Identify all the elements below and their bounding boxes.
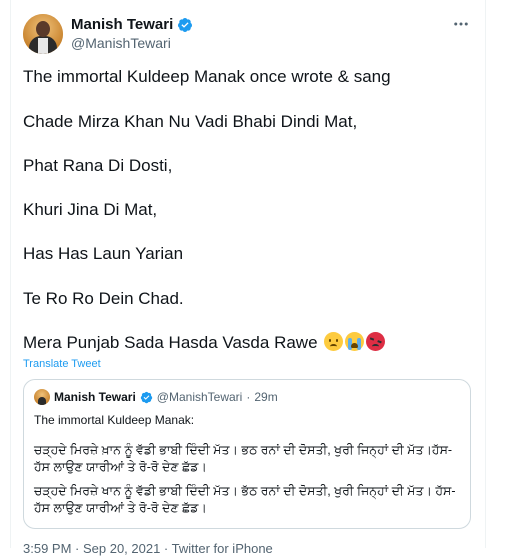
quoted-tweet[interactable]: Manish Tewari @ManishTewari · 29m The im… — [23, 379, 471, 529]
avatar[interactable] — [23, 14, 63, 54]
quoted-display-name: Manish Tewari — [54, 390, 136, 404]
quoted-gurmukhi-text: ਚੜ੍ਹਦੇ ਮਿਰਜ਼ੇ ਖਾਨ ਨੂੰ ਵੱਡੀ ਭਾਬੀ ਦਿੰਦੀ ਮੱ… — [34, 484, 456, 515]
verified-badge-icon — [140, 391, 152, 403]
tweet-line: Mera Punjab Sada Hasda Vasda Rawe — [23, 333, 318, 352]
sad-face-emoji — [324, 332, 344, 351]
quoted-avatar — [34, 389, 50, 405]
quoted-handle: @ManishTewari — [156, 390, 243, 404]
tweet-line-last: Mera Punjab Sada Hasda Vasda Rawe — [23, 332, 386, 354]
more-options-button[interactable] — [449, 14, 473, 34]
tweet-card: Manish Tewari @ManishTewari The immortal… — [10, 0, 486, 556]
crying-face-emoji — [345, 332, 365, 351]
tweet-line: Has Has Laun Yarian — [23, 244, 184, 263]
tweet-line: Chade Mirza Khan Nu Vadi Bhabi Dindi Mat… — [23, 112, 358, 131]
translate-tweet-link[interactable]: Translate Tweet — [23, 358, 101, 370]
angry-face-emoji — [366, 332, 386, 351]
author-display-name[interactable]: Manish Tewari — [71, 16, 173, 33]
quoted-tweet-header: Manish Tewari @ManishTewari · 29m — [34, 389, 278, 405]
quoted-text-line: The immortal Kuldeep Manak: — [34, 413, 195, 427]
tweet-line: Khuri Jina Di Mat, — [23, 200, 158, 219]
author-block: Manish Tewari @ManishTewari — [71, 16, 193, 51]
separator-dot: · — [246, 390, 251, 404]
quoted-timestamp: 29m — [254, 390, 278, 404]
tweet-line: Te Ro Ro Dein Chad. — [23, 289, 184, 308]
tweet-line: Phat Rana Di Dosti, — [23, 156, 173, 175]
tweet-line: The immortal Kuldeep Manak once wrote & … — [23, 67, 391, 86]
tweet-metadata: 3:59 PM · Sep 20, 2021 · Twitter for iPh… — [23, 541, 273, 556]
more-horizontal-icon — [454, 22, 468, 26]
quoted-gurmukhi-text: ਚੜ੍ਹਦੇ ਮਿਰਜ਼ੇ ਖ਼ਾਨ ਨੂੰ ਵੱਡੀ ਭਾਬੀ ਦਿੰਦੀ ਮ… — [34, 443, 453, 474]
verified-badge-icon — [178, 17, 193, 32]
author-handle[interactable]: @ManishTewari — [71, 35, 193, 51]
